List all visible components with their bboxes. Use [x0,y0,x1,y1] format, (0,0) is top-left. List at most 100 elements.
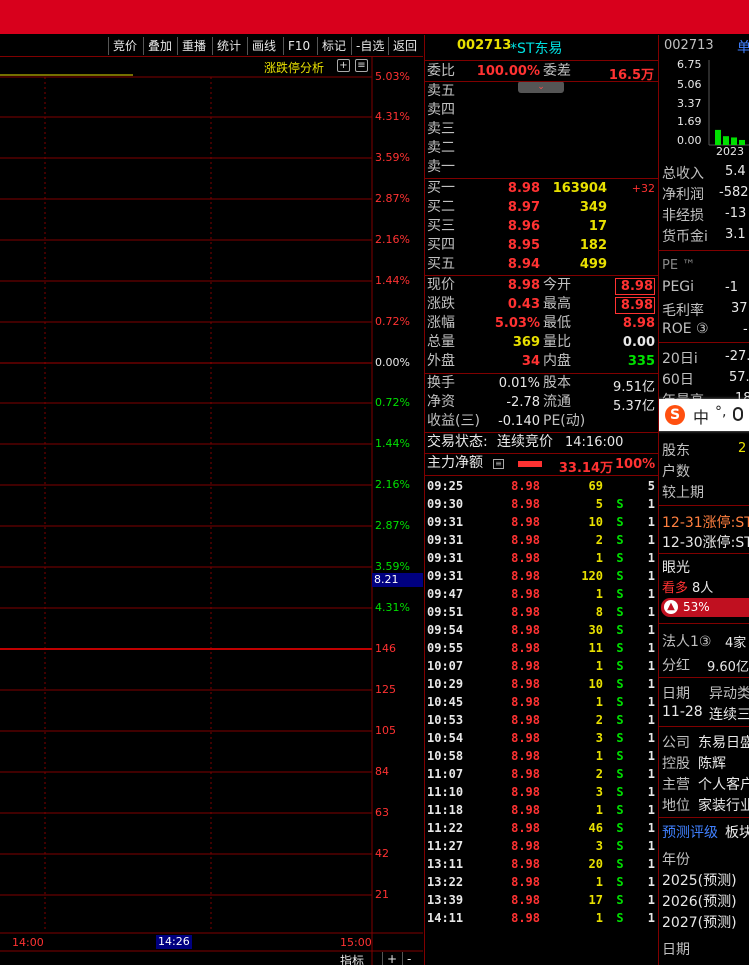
roe-label: ROE ③ [662,321,709,337]
toolbar-back-button[interactable]: 返回 [388,37,417,55]
trade-status-time: 14:16:00 [565,435,624,450]
tick-price: 8.98 [511,713,540,727]
weicha-label: 委差 [543,63,571,79]
ime-punct-mode[interactable]: °, [715,404,726,420]
indicator-remove-button[interactable]: - [402,952,411,965]
toolbar-mark-button[interactable]: 标记 [317,37,346,55]
tick-row: 09:31 8.98 1 S 1 [425,549,658,567]
tick-side: S [616,569,624,583]
toolbar-stats-button[interactable]: 统计 [212,37,241,55]
list-icon[interactable]: ≡ [493,459,504,469]
tick-count: 1 [647,533,655,547]
tick-side: S [616,911,624,925]
holders-label: 股东 [662,443,690,459]
tick-side [613,477,627,495]
tick-price: 8.98 [511,641,540,655]
toolbar-remove-watchlist-button[interactable]: -自选 [351,37,384,55]
toolbar-f10-button[interactable]: F10 [283,37,310,55]
limit-analysis-label: 涨跌停分析 [264,61,325,75]
microphone-icon[interactable] [733,407,743,421]
tick-price: 8.98 [511,839,540,853]
tick-row: 11:27 8.98 3 S 1 [425,837,658,855]
main-net-pct: 100% [615,457,656,472]
tick-side: S [616,497,624,511]
tick-volume: 1 [595,695,603,709]
tick-price: 8.98 [511,515,540,529]
tick-time: 11:07 [427,767,464,781]
change-pct-value: 5.03% [494,316,540,331]
chart-toolbar: 竞价 叠加 重播 统计 画线 F10 标记 -自选 返回 [0,35,423,57]
buy-5-volume: 499 [579,257,607,272]
ime-toolbar[interactable]: S 中 °, [659,399,749,431]
time-cursor-label: 14:26 [156,935,192,949]
pct-label: 1.44% [375,274,410,287]
toolbar-replay-button[interactable]: 重播 [177,37,206,55]
tick-price: 8.98 [511,623,540,637]
sell-1-label: 卖一 [427,159,455,175]
tick-price: 8.98 [511,551,540,565]
tick-count: 1 [647,569,655,583]
menu-icon[interactable]: ≡ [355,59,368,72]
tick-volume: 3 [595,785,603,799]
tick-side: S [616,623,624,637]
tick-side: S [616,749,624,763]
tick-price: 8.98 [511,785,540,799]
news-item[interactable]: 12-31涨停:ST [662,512,749,532]
toolbar-bidding-button[interactable]: 竞价 [108,37,137,55]
tick-time: 13:39 [427,893,464,907]
bullish-count: 8人 [692,581,714,596]
single-tab[interactable]: 单 [737,37,749,57]
buy-4-price: 8.95 [507,238,540,253]
ime-chinese-mode[interactable]: 中 [693,404,709,428]
tick-volume: 1 [595,587,603,601]
open-value: 8.98 [615,278,655,295]
revenue-value: 5.4 [725,164,746,179]
holders-value: 2 [738,441,747,456]
stock-code: 002713 [457,38,512,53]
tick-price: 8.98 [511,695,540,709]
indicator-add-button[interactable]: + [382,952,397,965]
tick-count: 1 [647,677,655,691]
annual-bar [731,137,737,145]
tick-count: 1 [647,731,655,745]
add-icon[interactable]: + [337,59,350,72]
toolbar-drawline-button[interactable]: 画线 [247,37,276,55]
tick-time: 09:31 [427,533,464,547]
tick-price: 8.98 [511,749,540,763]
tick-time: 14:11 [427,911,464,925]
controller-label: 控股 [662,756,690,772]
indicator-tab[interactable]: 指标 [340,952,364,965]
sell-4-label: 卖四 [427,102,455,118]
tick-volume: 1 [595,911,603,925]
tick-volume: 17 [588,893,603,907]
tick-count: 1 [647,695,655,709]
legal-value: 4家 [725,636,747,651]
forecast-rating-tab[interactable]: 预测评级 [662,822,718,842]
intraday-chart[interactable]: 涨跌停分析 + ≡ 5.03% 4.31% 3.59% 2.87% 2.16% … [0,57,423,965]
anomaly-date: 11-28 [662,704,703,720]
sector-tab[interactable]: 板块 [725,822,749,842]
sell-5-label: 卖五 [427,83,455,99]
tick-count: 1 [647,659,655,673]
tick-side: S [616,821,624,835]
tick-price: 8.98 [511,875,540,889]
title-bar [0,0,749,34]
tick-side: S [616,731,624,745]
volume-label: 146 [375,642,396,655]
share-capital-value: 9.51亿 [613,380,655,395]
buy-2-price: 8.97 [507,200,540,215]
toolbar-overlay-button[interactable]: 叠加 [143,37,172,55]
bullish-bar[interactable]: ▲ 53% [661,598,749,617]
news-item[interactable]: 12-30涨停:ST [662,532,749,552]
tick-volume: 69 [588,479,603,493]
pct-label: 2.87% [375,519,410,532]
tick-volume: 120 [581,569,603,583]
sogou-logo-icon[interactable]: S [665,405,685,425]
collapse-chevron-icon[interactable]: ⌄ [518,81,564,93]
tick-price: 8.98 [511,533,540,547]
tick-count: 1 [647,605,655,619]
tick-side: S [616,875,624,889]
tick-price: 8.98 [511,497,540,511]
tick-time: 09:54 [427,623,464,637]
change-value: 0.43 [507,297,540,312]
